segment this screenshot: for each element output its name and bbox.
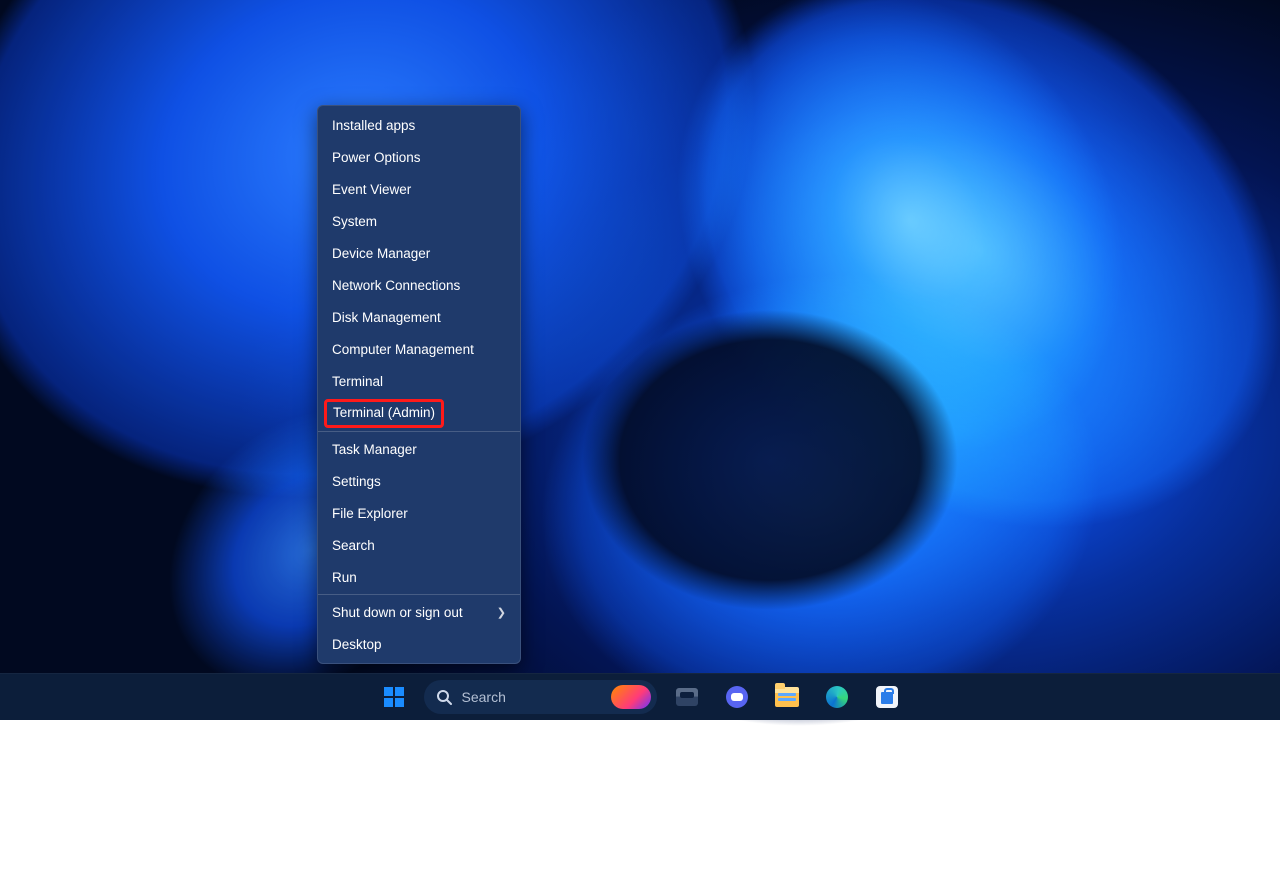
menu-item-label: System bbox=[332, 214, 377, 229]
menu-item-label: Desktop bbox=[332, 637, 382, 652]
menu-item-label: Device Manager bbox=[332, 246, 430, 261]
menu-item-device-manager[interactable]: Device Manager bbox=[318, 237, 520, 269]
start-button[interactable] bbox=[374, 677, 414, 717]
menu-item-label: Task Manager bbox=[332, 442, 417, 457]
menu-item-label: Network Connections bbox=[332, 278, 460, 293]
menu-item-label: Computer Management bbox=[332, 342, 474, 357]
menu-item-label: Run bbox=[332, 570, 357, 585]
menu-item-terminal-admin[interactable]: Terminal (Admin) bbox=[324, 397, 514, 430]
taskbar-search-box[interactable]: Search bbox=[424, 680, 657, 714]
edge-icon bbox=[826, 686, 848, 708]
menu-item-label: Disk Management bbox=[332, 310, 441, 325]
menu-item-label: File Explorer bbox=[332, 506, 408, 521]
menu-item-label: Installed apps bbox=[332, 118, 415, 133]
menu-item-label: Terminal bbox=[332, 374, 383, 389]
store-icon bbox=[876, 686, 898, 708]
search-icon bbox=[436, 689, 452, 705]
chat-button[interactable] bbox=[717, 677, 757, 717]
chevron-right-icon: ❯ bbox=[497, 606, 506, 619]
menu-item-disk-management[interactable]: Disk Management bbox=[318, 301, 520, 333]
menu-item-task-manager[interactable]: Task Manager bbox=[318, 433, 520, 465]
start-context-menu: Installed apps Power Options Event Viewe… bbox=[317, 105, 521, 664]
menu-item-label: Power Options bbox=[332, 150, 421, 165]
file-explorer-button[interactable] bbox=[767, 677, 807, 717]
menu-item-label: Event Viewer bbox=[332, 182, 411, 197]
menu-item-installed-apps[interactable]: Installed apps bbox=[318, 109, 520, 141]
chat-icon bbox=[726, 686, 748, 708]
menu-item-system[interactable]: System bbox=[318, 205, 520, 237]
menu-item-event-viewer[interactable]: Event Viewer bbox=[318, 173, 520, 205]
menu-item-power-options[interactable]: Power Options bbox=[318, 141, 520, 173]
menu-item-label: Settings bbox=[332, 474, 381, 489]
desktop-wallpaper bbox=[0, 0, 1280, 720]
microsoft-store-button[interactable] bbox=[867, 677, 907, 717]
menu-item-network-connections[interactable]: Network Connections bbox=[318, 269, 520, 301]
menu-item-terminal[interactable]: Terminal bbox=[318, 365, 520, 397]
menu-item-computer-management[interactable]: Computer Management bbox=[318, 333, 520, 365]
windows-logo-icon bbox=[384, 687, 404, 707]
menu-separator bbox=[318, 594, 520, 595]
search-highlights-icon bbox=[611, 685, 651, 709]
menu-item-label: Shut down or sign out bbox=[332, 605, 463, 620]
edge-button[interactable] bbox=[817, 677, 857, 717]
search-placeholder: Search bbox=[462, 689, 601, 705]
menu-item-desktop[interactable]: Desktop bbox=[318, 628, 520, 660]
taskbar: Search bbox=[0, 673, 1280, 720]
wallpaper-shape bbox=[520, 260, 1020, 660]
menu-separator bbox=[318, 431, 520, 432]
menu-item-shutdown-signout[interactable]: Shut down or sign out ❯ bbox=[318, 596, 520, 628]
menu-item-label-highlighted: Terminal (Admin) bbox=[324, 399, 444, 428]
menu-item-settings[interactable]: Settings bbox=[318, 465, 520, 497]
menu-item-file-explorer[interactable]: File Explorer bbox=[318, 497, 520, 529]
task-view-button[interactable] bbox=[667, 677, 707, 717]
file-explorer-icon bbox=[775, 687, 799, 707]
menu-item-label: Search bbox=[332, 538, 375, 553]
task-view-icon bbox=[676, 688, 698, 706]
menu-item-run[interactable]: Run bbox=[318, 561, 520, 593]
menu-item-search[interactable]: Search bbox=[318, 529, 520, 561]
